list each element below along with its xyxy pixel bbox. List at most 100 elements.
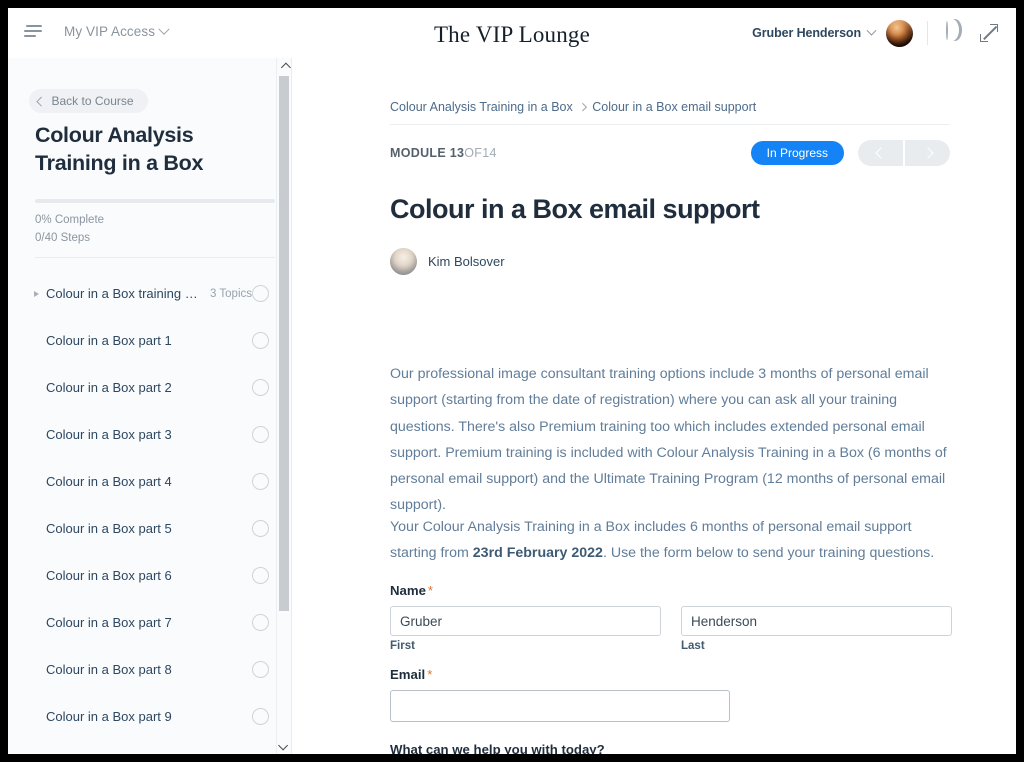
chevron-right-icon bbox=[921, 147, 934, 159]
scrollbar-thumb[interactable] bbox=[279, 76, 289, 611]
back-to-course-label: Back to Course bbox=[51, 94, 134, 108]
previous-module-button[interactable] bbox=[858, 140, 903, 166]
divider bbox=[927, 21, 928, 45]
sidebar-item-partial[interactable] bbox=[8, 740, 291, 754]
user-controls: Gruber Henderson bbox=[752, 18, 998, 48]
page-title: Colour in a Box email support bbox=[390, 194, 760, 224]
module-total: OF14 bbox=[464, 146, 497, 160]
breadcrumb: Colour Analysis Training in a Box Colour… bbox=[390, 100, 756, 114]
chevron-right-icon bbox=[34, 290, 39, 297]
paragraph-2-after: . Use the form below to send your traini… bbox=[602, 545, 935, 562]
lesson-label: Colour in a Box part 2 bbox=[46, 380, 172, 395]
sidebar-scrollbar[interactable] bbox=[276, 58, 291, 754]
sidebar-item-part-6[interactable]: Colour in a Box part 6 bbox=[8, 552, 291, 599]
support-form: Name* First Last Email* What can bbox=[390, 583, 952, 754]
sidebar-item-part-4[interactable]: Colour in a Box part 4 bbox=[8, 458, 291, 505]
lesson-paragraph-2: Your Colour Analysis Training in a Box i… bbox=[390, 514, 952, 567]
next-module-button[interactable] bbox=[903, 140, 950, 166]
module-navigation bbox=[858, 140, 950, 166]
completion-circle-icon[interactable] bbox=[252, 426, 269, 443]
steps-label: 0/40 Steps bbox=[35, 231, 90, 244]
sidebar-item-training-documents[interactable]: Colour in a Box training docu... 3 Topic… bbox=[8, 270, 291, 317]
sidebar-item-part-5[interactable]: Colour in a Box part 5 bbox=[8, 505, 291, 552]
sidebar-item-part-9[interactable]: Colour in a Box part 9 bbox=[8, 693, 291, 740]
top-navigation-bar: My VIP Access The VIP Lounge Gruber Hend… bbox=[8, 8, 1016, 59]
email-field-label: Email * bbox=[390, 667, 952, 682]
avatar[interactable] bbox=[886, 19, 913, 47]
expand-arrow-top bbox=[990, 24, 998, 32]
percent-complete-label: 0% Complete bbox=[35, 214, 105, 226]
completion-circle-icon[interactable] bbox=[252, 379, 269, 396]
sidebar-item-part-3[interactable]: Colour in a Box part 3 bbox=[8, 411, 291, 458]
email-group: Email * bbox=[390, 667, 952, 722]
completion-circle-icon[interactable] bbox=[252, 285, 269, 302]
email-label-text: Email bbox=[390, 667, 426, 682]
back-to-course-button[interactable]: Back to Course bbox=[29, 89, 148, 113]
module-counter: MODULE 13OF14 bbox=[390, 146, 497, 160]
lesson-paragraph-1: Our professional image consultant traini… bbox=[390, 366, 947, 514]
name-field-row: First Last bbox=[390, 606, 952, 652]
email-input[interactable] bbox=[390, 690, 730, 722]
completion-circle-icon[interactable] bbox=[252, 332, 269, 349]
completion-circle-icon[interactable] bbox=[252, 473, 269, 490]
lesson-label: Colour in a Box part 8 bbox=[46, 662, 172, 677]
sidebar-item-part-2[interactable]: Colour in a Box part 2 bbox=[8, 364, 291, 411]
user-name-label[interactable]: Gruber Henderson bbox=[752, 26, 861, 40]
app-window: My VIP Access The VIP Lounge Gruber Hend… bbox=[8, 8, 1016, 754]
required-asterisk: * bbox=[427, 667, 433, 682]
name-field-label: Name * bbox=[390, 583, 952, 598]
course-title: Colour Analysis Training in a Box bbox=[35, 123, 204, 175]
lesson-list: Colour in a Box training docu... 3 Topic… bbox=[8, 270, 291, 754]
last-name-group: Last bbox=[681, 606, 952, 652]
help-topic-group: What can we help you with today? Trainin… bbox=[390, 742, 952, 754]
expand-arrow-bottom bbox=[980, 34, 988, 42]
course-progress-bar bbox=[35, 199, 275, 203]
chevron-left-icon bbox=[36, 96, 46, 106]
sidebar-item-part-7[interactable]: Colour in a Box part 7 bbox=[8, 599, 291, 646]
required-asterisk: * bbox=[427, 583, 434, 598]
help-topic-label: What can we help you with today? bbox=[390, 742, 605, 754]
lesson-label: Colour in a Box part 5 bbox=[46, 521, 172, 536]
chevron-down-icon[interactable] bbox=[866, 25, 877, 36]
name-label-text: Name bbox=[390, 583, 426, 598]
sidebar-item-part-1[interactable]: Colour in a Box part 1 bbox=[8, 317, 291, 364]
status-badge[interactable]: In Progress bbox=[750, 141, 844, 165]
completion-circle-icon[interactable] bbox=[252, 661, 269, 678]
completion-circle-icon[interactable] bbox=[252, 567, 269, 584]
support-start-date: 23rd February 2022 bbox=[472, 545, 603, 562]
lesson-topics-count: 3 Topics bbox=[210, 287, 252, 300]
module-header-row: MODULE 13OF14 In Progress bbox=[390, 138, 950, 168]
lesson-label: Colour in a Box part 9 bbox=[46, 709, 172, 724]
first-name-caption: First bbox=[390, 640, 415, 652]
author-block: Kim Bolsover bbox=[390, 248, 505, 275]
chevron-right-icon bbox=[578, 103, 587, 111]
first-name-input[interactable] bbox=[390, 606, 661, 636]
fullscreen-expand-icon[interactable] bbox=[980, 24, 998, 42]
breadcrumb-current: Colour in a Box email support bbox=[592, 100, 757, 114]
module-number: MODULE 13 bbox=[390, 146, 465, 160]
lesson-label: Colour in a Box part 3 bbox=[46, 427, 172, 442]
breadcrumb-root-link[interactable]: Colour Analysis Training in a Box bbox=[390, 100, 573, 114]
last-name-caption: Last bbox=[681, 640, 705, 652]
chevron-left-icon bbox=[874, 147, 887, 159]
divider bbox=[35, 257, 275, 258]
lesson-label: Colour in a Box part 6 bbox=[46, 568, 172, 583]
lesson-label: Colour in a Box part 7 bbox=[46, 615, 172, 630]
course-sidebar: Back to Course Colour Analysis Training … bbox=[8, 58, 292, 754]
divider bbox=[390, 124, 950, 125]
course-progress-text: 0% Complete 0/40 Steps bbox=[35, 212, 104, 248]
scroll-down-arrow-icon[interactable] bbox=[277, 737, 291, 753]
author-avatar bbox=[390, 248, 417, 275]
sidebar-item-part-8[interactable]: Colour in a Box part 8 bbox=[8, 646, 291, 693]
lesson-label: Colour in a Box part 1 bbox=[46, 333, 172, 348]
completion-circle-icon[interactable] bbox=[252, 708, 269, 725]
first-name-group: First bbox=[390, 606, 661, 652]
last-name-input[interactable] bbox=[681, 606, 952, 636]
dark-mode-toggle[interactable] bbox=[946, 21, 968, 44]
completion-circle-icon[interactable] bbox=[252, 614, 269, 631]
scroll-up-arrow-icon[interactable] bbox=[277, 59, 291, 75]
lesson-label: Colour in a Box part 4 bbox=[46, 474, 172, 489]
moon-icon bbox=[946, 21, 948, 40]
lesson-label: Colour in a Box training docu... bbox=[46, 286, 202, 301]
completion-circle-icon[interactable] bbox=[252, 520, 269, 537]
